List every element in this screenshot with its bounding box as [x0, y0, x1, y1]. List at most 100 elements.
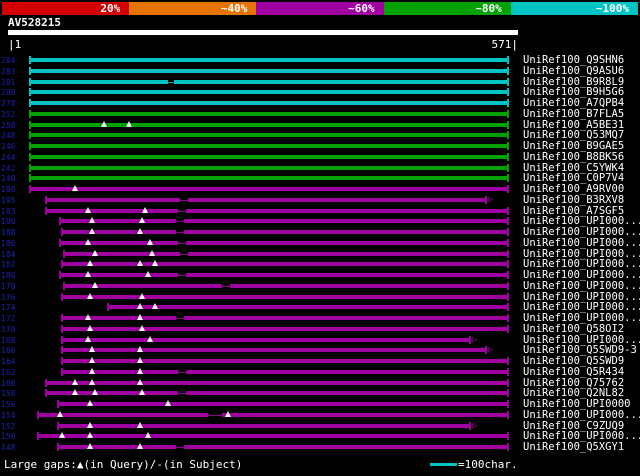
score-link[interactable]: 184: [1, 250, 15, 259]
score-link[interactable]: 244: [1, 153, 15, 162]
hit-id-link[interactable]: UniRef100_Q58OI2: [523, 323, 624, 335]
alignment-bar[interactable]: [57, 400, 509, 408]
hit-id-link[interactable]: UniRef100_Q5R434: [523, 366, 624, 378]
score-link[interactable]: 186: [1, 239, 15, 248]
score-link[interactable]: 152: [1, 422, 15, 431]
ruler: |1 571|: [8, 38, 518, 51]
score-link[interactable]: 178: [1, 282, 15, 291]
score-link[interactable]: 246: [1, 142, 15, 151]
hit-id-link[interactable]: UniRef100_UPI000...: [523, 409, 640, 421]
alignment-bar[interactable]: [57, 443, 509, 451]
alignment-bar[interactable]: [29, 163, 509, 172]
score-link[interactable]: 182: [1, 260, 15, 269]
score-link[interactable]: 193: [1, 207, 15, 216]
query-gap-triangle-icon: [57, 410, 63, 417]
score-link[interactable]: 162: [1, 368, 15, 377]
alignment-bar[interactable]: [59, 217, 509, 226]
score-link[interactable]: 250: [1, 121, 15, 130]
alignment-bar[interactable]: [29, 185, 509, 193]
query-gap-triangle-icon: [145, 432, 151, 439]
alignment-bar[interactable]: [29, 152, 509, 161]
score-link[interactable]: 166: [1, 346, 15, 355]
alignment-bar[interactable]: [61, 292, 509, 301]
alignment-bar[interactable]: [29, 174, 509, 183]
score-link[interactable]: 240: [1, 174, 15, 183]
query-gap-triangle-icon: [87, 292, 93, 299]
score-link[interactable]: 242: [1, 164, 15, 173]
alignment-bar[interactable]: [29, 120, 509, 129]
hit-id-link[interactable]: UniRef100_Q5XGY1: [523, 442, 624, 453]
alignment-bar[interactable]: [59, 238, 509, 247]
score-link[interactable]: 174: [1, 303, 15, 312]
alignment-bar[interactable]: [29, 131, 509, 140]
score-link[interactable]: 188: [1, 228, 15, 237]
score-link[interactable]: 148: [1, 443, 15, 452]
score-link[interactable]: 150: [1, 432, 15, 441]
alignment-bar[interactable]: [29, 66, 509, 75]
alignment-bar[interactable]: [61, 314, 509, 322]
score-link[interactable]: 283: [1, 67, 15, 76]
score-link[interactable]: 198: [1, 185, 15, 194]
alignment-bar[interactable]: [45, 389, 509, 398]
score-link[interactable]: 160: [1, 379, 15, 388]
hit-id-link[interactable]: UniRef100_B3RXV8: [523, 194, 624, 206]
alignment-bar[interactable]: [29, 88, 509, 97]
query-gap-triangle-icon: [59, 432, 65, 439]
query-gap-triangle-icon: [145, 271, 151, 277]
alignment-bar[interactable]: [37, 410, 509, 419]
score-link[interactable]: 195: [1, 196, 15, 205]
alignment-bar[interactable]: [29, 56, 509, 64]
score-link[interactable]: 284: [1, 56, 15, 65]
legend-scale-text: =100char.: [458, 458, 518, 471]
score-link[interactable]: 164: [1, 357, 15, 366]
score-link[interactable]: 190: [1, 217, 15, 226]
score-link[interactable]: 158: [1, 389, 15, 398]
alignment-bar[interactable]: [63, 249, 509, 258]
hit-id-link[interactable]: UniRef100_UPI000...: [523, 280, 640, 292]
score-link[interactable]: 154: [1, 411, 15, 420]
scale-segment-label: ~80%: [475, 2, 502, 15]
scale-segment: ~60%: [256, 2, 384, 15]
score-link[interactable]: 248: [1, 131, 15, 140]
alignment-bar[interactable]: [59, 271, 509, 279]
score-link[interactable]: 252: [1, 110, 15, 119]
subject-gap: [222, 281, 230, 290]
score-link[interactable]: 180: [1, 271, 15, 280]
query-gap-triangle-icon: [89, 367, 95, 374]
score-link[interactable]: 156: [1, 400, 15, 409]
alignment-bar[interactable]: [29, 99, 509, 107]
alignment-bar[interactable]: [29, 77, 509, 86]
alignment-bar[interactable]: [57, 421, 471, 430]
alignment-bar[interactable]: [61, 367, 509, 376]
hit-id-link[interactable]: UniRef100_B8BK56: [523, 151, 624, 163]
alignment-bar[interactable]: [61, 335, 471, 344]
alignment-bar[interactable]: [45, 378, 509, 387]
query-gap-triangle-icon: [85, 238, 91, 245]
subject-gap: [178, 206, 186, 215]
query-name[interactable]: AV528215: [8, 16, 61, 29]
score-link[interactable]: 168: [1, 336, 15, 345]
alignment-bar[interactable]: [63, 281, 509, 290]
alignment-bar[interactable]: [61, 228, 509, 236]
alignment-bar[interactable]: [29, 109, 509, 118]
hit-id-link[interactable]: UniRef100_UPI000...: [523, 237, 640, 249]
score-link[interactable]: 170: [1, 325, 15, 334]
score-link[interactable]: 280: [1, 88, 15, 97]
scale-segment-label: ~40%: [220, 2, 248, 15]
alignment-bar[interactable]: [45, 195, 487, 204]
hit-id-link[interactable]: UniRef100_B7FLA5: [523, 108, 624, 120]
alignment-bar[interactable]: [37, 432, 509, 441]
alignment-bar[interactable]: [61, 260, 509, 269]
score-link[interactable]: 176: [1, 293, 15, 302]
alignment-bar[interactable]: [107, 303, 509, 312]
alignment-bar[interactable]: [61, 346, 487, 355]
alignment-bar[interactable]: [45, 206, 509, 215]
score-link[interactable]: 281: [1, 78, 15, 87]
hit-id-link[interactable]: UniRef100_Q9ASU6: [523, 65, 624, 77]
score-link[interactable]: 278: [1, 99, 15, 108]
score-link[interactable]: 172: [1, 314, 15, 323]
subject-gap: [178, 367, 186, 376]
alignment-bar[interactable]: [61, 357, 509, 365]
alignment-bar[interactable]: [29, 142, 509, 150]
alignment-bar[interactable]: [61, 324, 509, 333]
